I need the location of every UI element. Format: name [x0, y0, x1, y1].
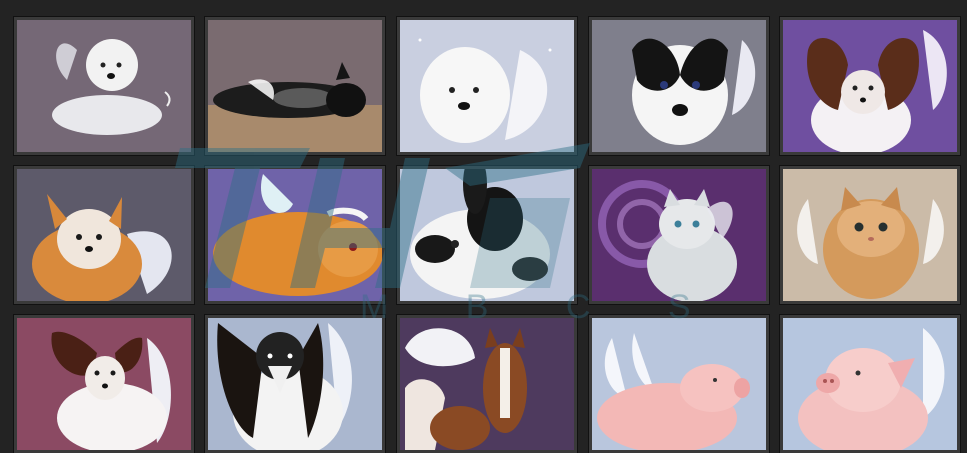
- artwork-gallery-grid: [0, 0, 967, 453]
- black-dog-angel-image: [208, 20, 382, 152]
- thumbnail-papillon-black-white[interactable]: [205, 315, 385, 453]
- papillon-purple-image: [783, 20, 957, 152]
- thumbnail-piglet-angel-blue[interactable]: [589, 315, 769, 453]
- westie-angel-snow-image: [400, 20, 574, 152]
- thumbnail-black-white-puppy-angel[interactable]: [589, 17, 769, 155]
- thumbnail-papillon-purple[interactable]: [780, 17, 960, 155]
- rabbit-angel-image: [400, 169, 574, 301]
- thumbnail-westie-angel-snow[interactable]: [397, 17, 577, 155]
- piglet-angel-blue-image: [592, 318, 766, 450]
- thumbnail-kitten-galaxy[interactable]: [589, 166, 769, 304]
- papillon-black-white-image: [208, 318, 382, 450]
- thumbnail-black-dog-angel-sleeping[interactable]: [205, 17, 385, 155]
- thumbnail-papillon-angel-red[interactable]: [14, 315, 194, 453]
- thumbnail-rabbit-angel[interactable]: [397, 166, 577, 304]
- foal-angel-image: [400, 318, 574, 450]
- thumbnail-westie-angel-puppy[interactable]: [14, 17, 194, 155]
- thumbnail-piglet-angel-smile[interactable]: [780, 315, 960, 453]
- piglet-angel-smile-image: [783, 318, 957, 450]
- thumbnail-kitten-angel-beige[interactable]: [780, 166, 960, 304]
- papillon-angel-red-image: [17, 318, 191, 450]
- westie-angel-puppy-image: [17, 20, 191, 152]
- thumbnail-chihuahua-angel[interactable]: [14, 166, 194, 304]
- thumbnail-guinea-pig-angel[interactable]: [205, 166, 385, 304]
- chihuahua-angel-image: [17, 169, 191, 301]
- kitten-galaxy-image: [592, 169, 766, 301]
- guinea-pig-angel-image: [208, 169, 382, 301]
- thumbnail-foal-angel[interactable]: [397, 315, 577, 453]
- black-white-puppy-angel-image: [592, 20, 766, 152]
- kitten-angel-beige-image: [783, 169, 957, 301]
